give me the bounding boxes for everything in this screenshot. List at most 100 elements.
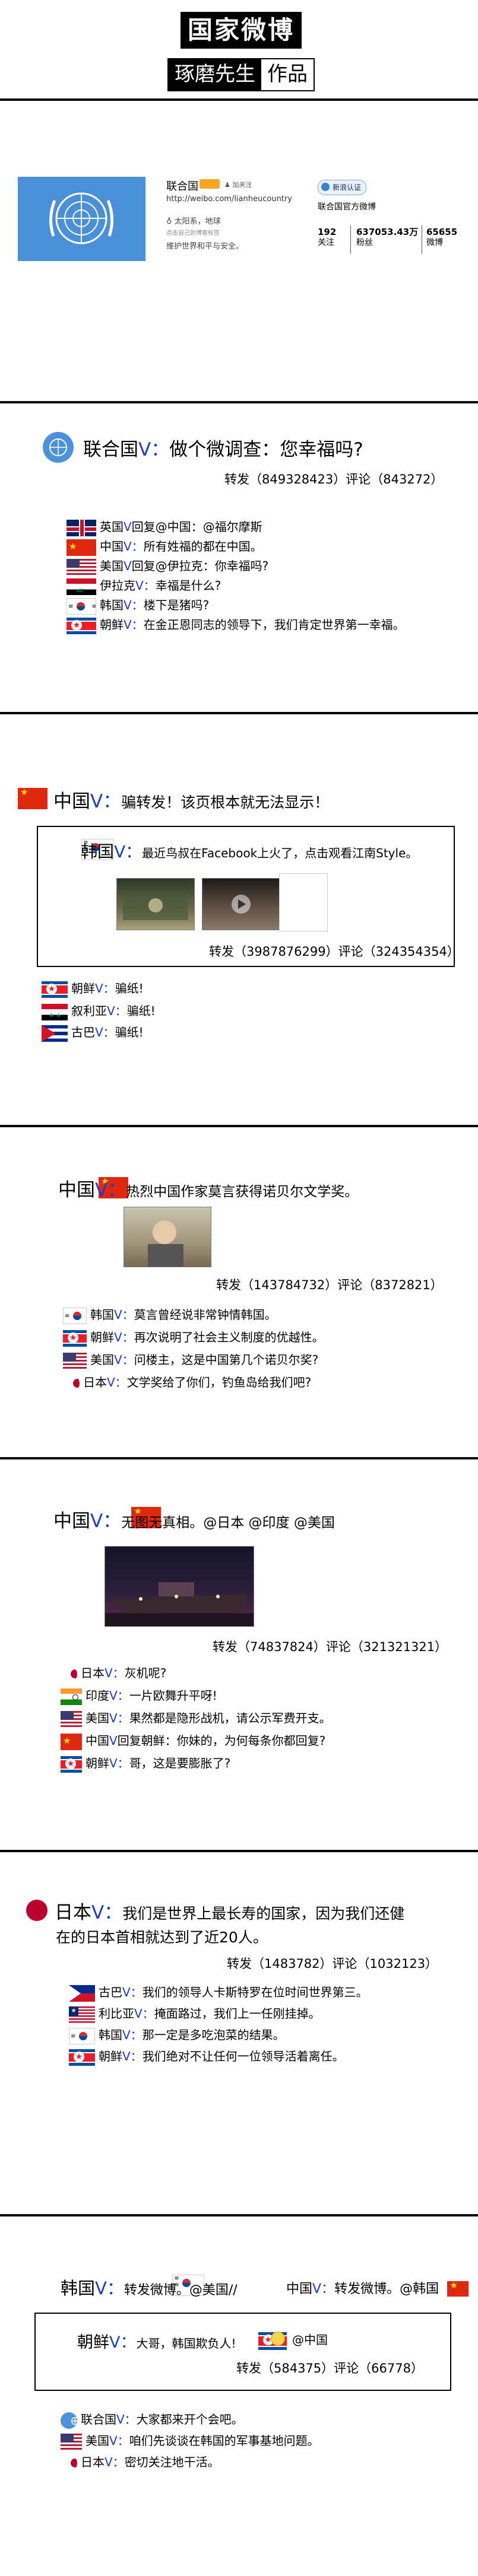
post-stats[interactable]: 转发（1483782）评论（1032123）	[227, 1954, 438, 1972]
reply-row: 美国V：咱们先谈谈在韩国的军事基地问题。	[61, 2432, 319, 2450]
reply-row: 朝鲜V：在金正恩同志的领导下，我们肯定世界第一幸福。	[67, 616, 405, 634]
quoted-author[interactable]: 朝鲜	[77, 2333, 109, 2352]
usa-flag-icon	[61, 2433, 82, 2450]
post-title: 日本V：我们是世界上最长寿的国家，因为我们还健	[55, 1897, 404, 1924]
post-stats[interactable]: 转发（849328423）评论（843272）	[224, 470, 443, 488]
reply-author[interactable]: 韩国	[99, 2028, 122, 2042]
post-author[interactable]: 中国	[53, 1510, 90, 1532]
reply-author[interactable]: 伊拉克	[100, 578, 135, 593]
post-text-cont: 在的日本首相就达到了近20人。	[56, 1929, 268, 1946]
profile-url[interactable]: http://weibo.com/lianheucountry	[166, 195, 292, 203]
weibo-stat[interactable]: 65655 微博	[426, 227, 457, 248]
reply-author[interactable]: 朝鲜	[99, 2049, 122, 2063]
quoted-author[interactable]: 韩国	[81, 842, 114, 861]
reply-author[interactable]: 古巴	[71, 1025, 95, 1039]
south-korea-flag-icon	[69, 2027, 95, 2044]
video-thumbnail[interactable]	[202, 878, 280, 930]
reply-author[interactable]: 叙利亚	[71, 1004, 107, 1018]
reply-author[interactable]: 美国	[90, 1353, 114, 1367]
reply-text: 一片欧舞升平呀!	[129, 1688, 217, 1703]
forward-author[interactable]: 中国	[286, 2282, 312, 2297]
verified-badge[interactable]: 新浪认证	[318, 180, 367, 195]
location-icon: ♁	[166, 217, 175, 226]
reply-author[interactable]: 联合国	[81, 2412, 116, 2426]
reply-row: 古巴V：骗纸!	[42, 1024, 144, 1042]
verified-v: V：	[95, 1179, 126, 1201]
reply-text: 再次说明了社会主义制度的优越性。	[134, 1330, 324, 1344]
quoted-title: 韩国V：最近鸟叔在Facebook上火了，点击观看江南Style。	[81, 839, 417, 863]
reply-author[interactable]: 朝鲜	[90, 1330, 114, 1344]
reply-text: 大家都来开个会吧。	[136, 2412, 243, 2426]
reply-author[interactable]: 利比亚	[99, 2006, 134, 2021]
quoted-text: 大哥，韩国欺负人!	[136, 2336, 236, 2351]
quoted-mention[interactable]: @中国	[292, 2330, 328, 2348]
post-text: 热烈中国作家莫言获得诺贝尔文学奖。	[126, 1184, 359, 1200]
reply-author[interactable]: 韩国	[100, 598, 124, 612]
ship-photo[interactable]	[105, 1546, 254, 1627]
reply-row: 朝鲜V：骗纸!	[42, 980, 144, 998]
reply-text: 我们绝对不让任何一位领导活着离任。	[142, 2049, 344, 2063]
video-thumbnail[interactable]	[116, 878, 195, 930]
reply-text: 咱们先谈谈在韩国的军事基地问题。	[129, 2434, 319, 2448]
post-stats[interactable]: 转发（143784732）评论（8372821）	[216, 1276, 443, 1293]
reply-author[interactable]: 朝鲜	[71, 981, 95, 996]
reply-row: 日本V：文学奖给了你们，钓鱼岛给我们吧?	[63, 1374, 311, 1392]
reply-author[interactable]: 日本	[81, 2455, 105, 2469]
verified-icon	[321, 183, 330, 191]
post-author[interactable]: 中国	[53, 791, 90, 812]
verified-v: V：	[114, 1308, 134, 1322]
reply-text: 哥，这是要膨胀了?	[129, 1756, 231, 1770]
reply-row: 日本V：密切关注地干活。	[61, 2454, 220, 2472]
reply-row: 朝鲜V：哥，这是要膨胀了?	[61, 1755, 231, 1773]
profile-name[interactable]: 联合国	[166, 178, 198, 193]
reply-author[interactable]: 韩国	[90, 1308, 114, 1322]
verified-v: V	[124, 520, 132, 534]
verified-v: V：	[124, 598, 144, 612]
usa-flag-icon	[67, 558, 96, 575]
reply-author[interactable]: 日本	[83, 1375, 107, 1389]
post-title: 中国V：骗转发！该页根本就无法显示！	[53, 786, 329, 813]
location-text: 太阳系，地球	[174, 217, 221, 226]
quoted-stats[interactable]: 转发（3987876299）评论（324354354）	[209, 942, 460, 960]
verified-v: V：	[109, 1688, 129, 1703]
fans-stat[interactable]: 637053.43万 粉丝	[356, 227, 418, 248]
reply-author[interactable]: 中国	[100, 539, 124, 554]
reply-author[interactable]: 美国	[100, 559, 124, 573]
author-suffix: 作品	[267, 62, 308, 86]
post-author[interactable]: 日本	[55, 1902, 91, 1923]
forward-text: 转发微博。@韩国	[334, 2282, 439, 2297]
divider	[0, 1850, 478, 1852]
liberia-flag-icon	[69, 2006, 95, 2023]
reply-author[interactable]: 美国	[86, 2434, 109, 2448]
post-author[interactable]: 韩国	[61, 2278, 95, 2298]
reply-text: 所有姓福的都在中国。	[143, 539, 262, 554]
reply-author[interactable]: 古巴	[99, 1985, 122, 1999]
reply-author[interactable]: 日本	[81, 1666, 105, 1680]
user-icon: ♟ 加关注	[224, 181, 252, 189]
reply-author[interactable]: 朝鲜	[100, 618, 124, 632]
smiley-icon	[271, 2332, 285, 2346]
page-title: 国家微博	[181, 12, 302, 49]
quoted-stats[interactable]: 转发（584375）评论（66778）	[236, 2359, 423, 2377]
post-stats[interactable]: 转发（74837824）评论（321321321）	[213, 1637, 447, 1655]
verified-v: V：	[109, 1756, 129, 1770]
reply-author[interactable]: 美国	[86, 1711, 109, 1725]
verified-v: V	[124, 559, 132, 573]
post-author[interactable]: 联合国	[83, 439, 138, 460]
reply-text: 果然都是隐形战机，请公示军费开支。	[129, 1711, 331, 1725]
reply-text: 莫言曾经说非常钟情韩国。	[134, 1308, 277, 1322]
author-photo[interactable]	[124, 1207, 211, 1267]
reply-author[interactable]: 印度	[86, 1688, 109, 1703]
verified-v: V：	[116, 2412, 137, 2426]
follow-stat[interactable]: 192 关注	[318, 227, 336, 248]
reply-author[interactable]: 英国	[100, 520, 124, 534]
reply-row: 中国V：所有姓福的都在中国。	[67, 538, 262, 556]
reply-row: 韩国V：楼下是猪吗?	[67, 597, 209, 615]
post-author[interactable]: 中国	[58, 1179, 95, 1201]
un-flag-avatar	[18, 177, 145, 261]
reply-author[interactable]: 朝鲜	[86, 1756, 109, 1770]
verified-v: V：	[134, 2006, 154, 2021]
divider	[0, 98, 478, 101]
reply-text: 回复@中国：@福尔摩斯	[131, 520, 262, 534]
reply-author[interactable]: 中国	[86, 1734, 109, 1748]
